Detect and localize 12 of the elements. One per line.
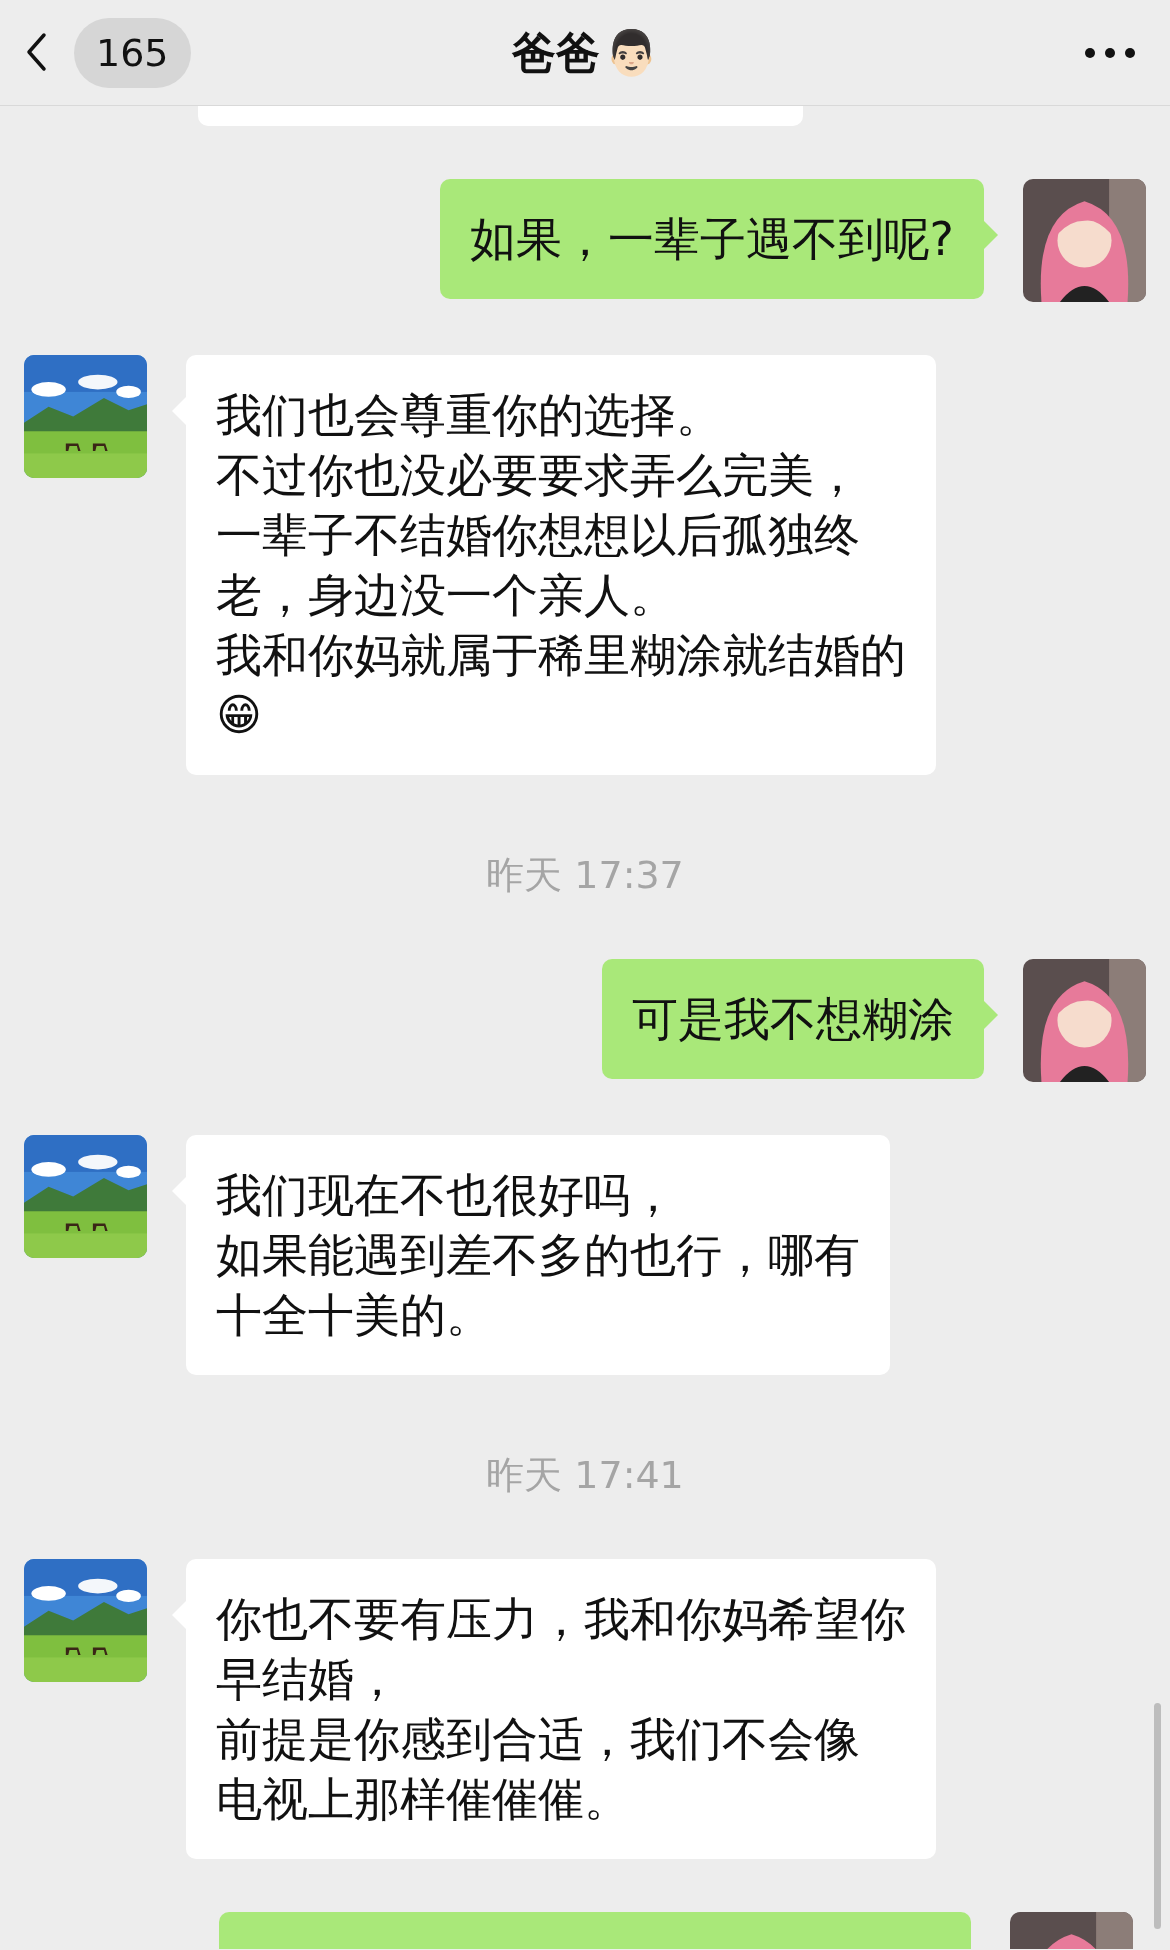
- message-text: 如果，一辈子遇不到呢?: [469, 211, 954, 268]
- emoji: 😁: [216, 688, 263, 742]
- timestamp: 昨天 17:37: [486, 855, 684, 895]
- message-text: 我们现在不也很好吗， 如果能遇到差不多的也行，哪有 十全十美的。: [216, 1167, 860, 1344]
- message-text: 你也不要有压力，我和你妈希望你 早结婚， 前提是你感到合适，我们不会像 电视上那样催催催。: [216, 1591, 906, 1828]
- title-emoji: 👨🏻: [603, 25, 659, 80]
- message-text: 可是我不想糊涂: [632, 991, 954, 1048]
- timestamp: 昨天 17:41: [486, 1455, 684, 1495]
- unread-count[interactable]: 165: [74, 17, 191, 88]
- more-icon[interactable]: [1084, 46, 1136, 59]
- chat-title: 爸爸: [511, 25, 600, 80]
- message-text: 我们也会尊重你的选择。 不过你也没必要要求弄么完美， 一辈子不结婚你想想以后孤独终 老，身边没一个亲人。 我和你妈就属于稀里糊涂就结婚的: [216, 387, 906, 684]
